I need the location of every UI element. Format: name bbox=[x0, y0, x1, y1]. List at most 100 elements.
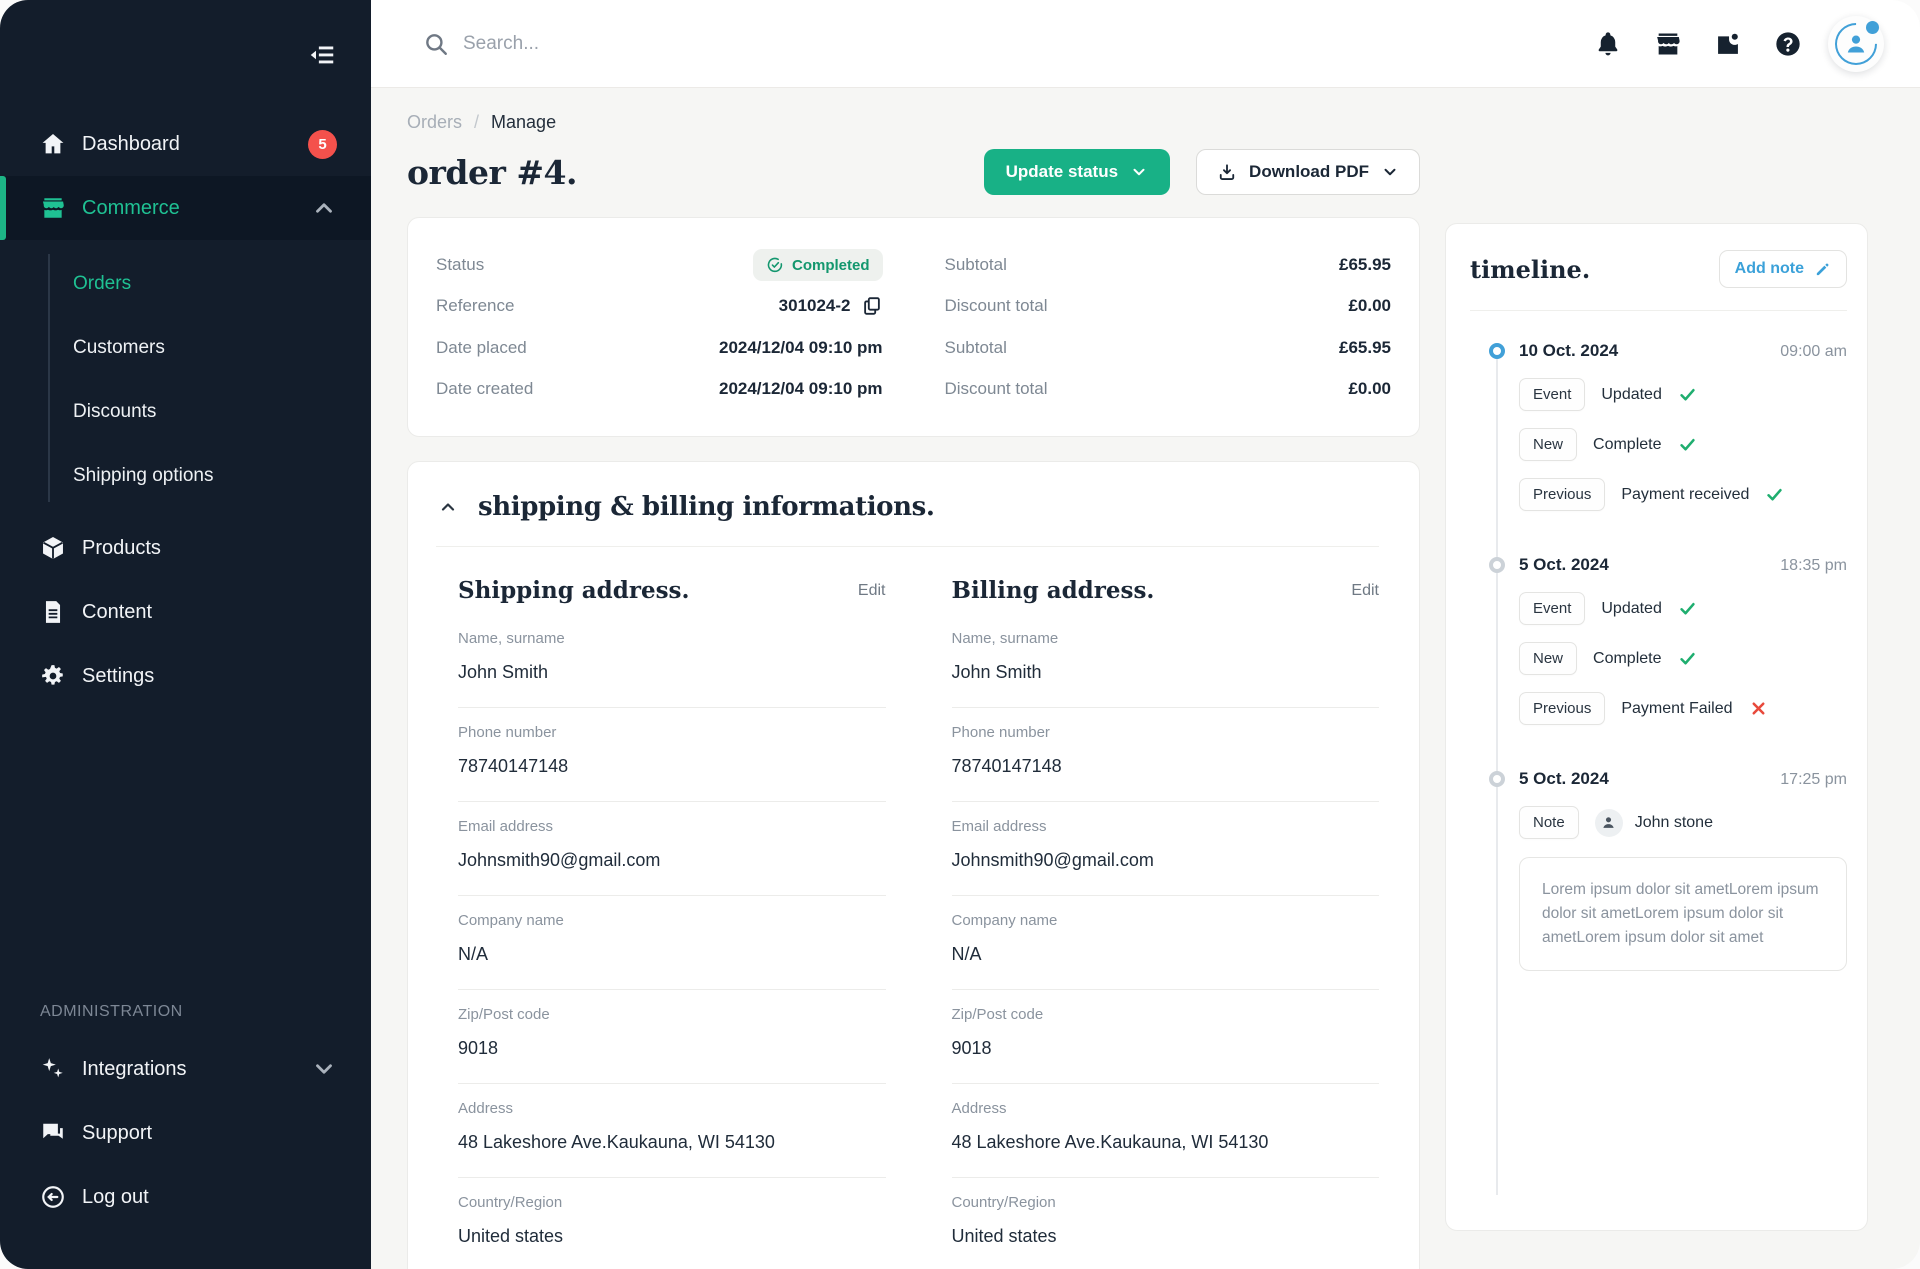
sidebar-item-commerce[interactable]: Commerce bbox=[0, 176, 371, 240]
event-text: Updated bbox=[1601, 600, 1662, 618]
summary-label: Discount total bbox=[945, 379, 1048, 399]
topbar-icons bbox=[1594, 30, 1802, 58]
field-value: 48 Lakeshore Ave.Kaukauna, WI 54130 bbox=[458, 1132, 886, 1153]
billing-address-column: Billing address.EditName, surnameJohn Sm… bbox=[952, 577, 1380, 1269]
check-icon bbox=[1765, 485, 1784, 504]
check-icon bbox=[1678, 435, 1697, 454]
summary-value: 301024-2 bbox=[779, 295, 883, 317]
sidebar-item-dashboard[interactable]: Dashboard5 bbox=[0, 112, 371, 176]
summary-value: £65.95 bbox=[1339, 255, 1391, 275]
summary-left-column: StatusCompletedReference301024-2Date pla… bbox=[436, 248, 883, 406]
sidebar: Dashboard5CommerceOrdersCustomersDiscoun… bbox=[0, 0, 371, 1269]
address-field: Name, surnameJohn Smith bbox=[458, 614, 886, 708]
field-value: N/A bbox=[458, 944, 886, 965]
timeline-time: 18:35 pm bbox=[1780, 557, 1847, 575]
address-field: Company name N/A bbox=[458, 896, 886, 990]
sidebar-admin-nav: IntegrationsSupportLog out bbox=[0, 1037, 371, 1229]
summary-value-text: £65.95 bbox=[1339, 255, 1391, 275]
sidebar-item-shipping-options[interactable]: Shipping options bbox=[0, 444, 371, 508]
page-title: order #4. bbox=[407, 153, 577, 192]
address-field: Email addressJohnsmith90@gmail.com bbox=[952, 802, 1380, 896]
summary-value: £65.95 bbox=[1339, 338, 1391, 358]
check-icon bbox=[1678, 385, 1697, 404]
timeline-entry-header: 5 Oct. 2024 17:25 pm bbox=[1519, 769, 1847, 789]
sidebar-item-discounts[interactable]: Discounts bbox=[0, 380, 371, 444]
summary-label: Reference bbox=[436, 296, 514, 316]
storefront-icon bbox=[40, 195, 66, 221]
summary-row: Subtotal£65.95 bbox=[945, 248, 1392, 282]
address-columns: Shipping address.EditName, surnameJohn S… bbox=[436, 547, 1379, 1269]
sidebar-item-content[interactable]: Content bbox=[0, 580, 371, 644]
shipping-billing-header[interactable]: shipping & billing informations. bbox=[436, 492, 1379, 547]
address-field: Address48 Lakeshore Ave.Kaukauna, WI 541… bbox=[952, 1084, 1380, 1178]
x-icon bbox=[1749, 699, 1768, 718]
timeline-entries: 10 Oct. 202409:00 amEventUpdatedNewCompl… bbox=[1470, 341, 1847, 1230]
summary-row: Reference 301024-2 bbox=[436, 289, 883, 323]
timeline-header: timeline. Add note bbox=[1470, 250, 1847, 311]
update-status-button[interactable]: Update status bbox=[984, 149, 1170, 195]
billing-edit-link[interactable]: Edit bbox=[1351, 582, 1379, 600]
sidebar-item-products[interactable]: Products bbox=[0, 516, 371, 580]
sidebar-item-integrations[interactable]: Integrations bbox=[0, 1037, 371, 1101]
field-value: 78740147148 bbox=[458, 756, 886, 777]
main-region: Orders / Manage order #4. Update status … bbox=[371, 0, 1920, 1269]
sidebar-item-customers[interactable]: Customers bbox=[0, 316, 371, 380]
summary-value: £0.00 bbox=[1348, 296, 1391, 316]
field-label: Zip/Post code bbox=[458, 1006, 886, 1023]
summary-value: Completed bbox=[753, 249, 883, 281]
chat-icon bbox=[40, 1120, 66, 1146]
sidebar-item-orders[interactable]: Orders bbox=[0, 252, 371, 316]
summary-label: Date placed bbox=[436, 338, 527, 358]
sidebar-subnav-commerce: OrdersCustomersDiscountsShipping options bbox=[0, 240, 371, 516]
summary-row: Date placed2024/12/04 09:10 pm bbox=[436, 331, 883, 365]
billing-address-title: Billing address. bbox=[952, 577, 1155, 604]
bell-icon[interactable] bbox=[1594, 30, 1622, 58]
event-text: Updated bbox=[1601, 386, 1662, 404]
field-value: United states bbox=[952, 1226, 1380, 1247]
address-field: Phone number78740147148 bbox=[952, 708, 1380, 802]
check-icon bbox=[1678, 599, 1697, 618]
summary-label: Date created bbox=[436, 379, 533, 399]
add-note-button[interactable]: Add note bbox=[1719, 250, 1847, 288]
summary-value: £0.00 bbox=[1348, 379, 1391, 399]
download-icon bbox=[1217, 162, 1237, 182]
chevron-down-icon bbox=[311, 1056, 337, 1082]
event-type-badge: Event bbox=[1519, 592, 1585, 625]
timeline-time: 09:00 am bbox=[1780, 343, 1847, 361]
admin-section-label: ADMINISTRATION bbox=[0, 1003, 371, 1037]
event-type-badge: New bbox=[1519, 642, 1577, 675]
sidebar-item-label: Settings bbox=[82, 665, 154, 688]
timeline-event-row: Event Updated bbox=[1519, 592, 1847, 625]
search-input[interactable] bbox=[463, 33, 883, 55]
sidebar-item-label: Products bbox=[82, 537, 161, 560]
copy-icon[interactable] bbox=[861, 295, 883, 317]
collapse-sidebar-icon[interactable] bbox=[307, 40, 337, 70]
summary-value: 2024/12/04 09:10 pm bbox=[719, 379, 883, 399]
breadcrumb-manage[interactable]: Manage bbox=[491, 112, 556, 133]
breadcrumb-orders[interactable]: Orders bbox=[407, 112, 462, 133]
summary-label: Discount total bbox=[945, 296, 1048, 316]
user-avatar[interactable] bbox=[1828, 16, 1884, 72]
sidebar-item-label: Dashboard bbox=[82, 133, 180, 156]
home-icon bbox=[40, 131, 66, 157]
timeline-date: 5 Oct. 2024 bbox=[1519, 769, 1609, 789]
sidebar-item-support[interactable]: Support bbox=[0, 1101, 371, 1165]
shipping-billing-card: shipping & billing informations. Shippin… bbox=[407, 461, 1420, 1269]
timeline-time: 17:25 pm bbox=[1780, 771, 1847, 789]
event-type-badge: Event bbox=[1519, 378, 1585, 411]
doc-icon bbox=[40, 599, 66, 625]
help-icon[interactable] bbox=[1774, 30, 1802, 58]
timeline-title: timeline. bbox=[1470, 255, 1590, 284]
timeline-date: 5 Oct. 2024 bbox=[1519, 555, 1609, 575]
download-pdf-button[interactable]: Download PDF bbox=[1196, 149, 1420, 195]
event-text: Payment Failed bbox=[1621, 700, 1732, 718]
shipping-edit-link[interactable]: Edit bbox=[858, 582, 886, 600]
storefront-icon[interactable] bbox=[1654, 30, 1682, 58]
sidebar-item-log-out[interactable]: Log out bbox=[0, 1165, 371, 1229]
field-label: Company name bbox=[458, 912, 886, 929]
contacts-icon[interactable] bbox=[1714, 30, 1742, 58]
timeline-event-row: PreviousPayment Failed bbox=[1519, 692, 1847, 725]
field-label: Company name bbox=[952, 912, 1380, 929]
sidebar-item-settings[interactable]: Settings bbox=[0, 644, 371, 708]
event-text: Complete bbox=[1593, 650, 1661, 668]
